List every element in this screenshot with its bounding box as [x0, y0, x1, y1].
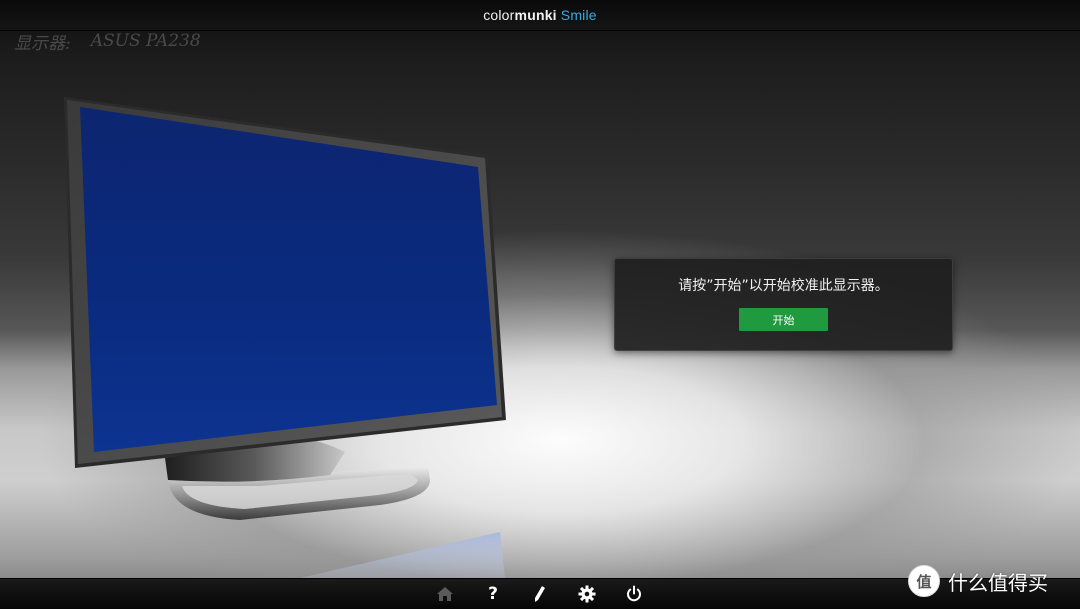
- app-logo: colormunki Smile: [483, 7, 597, 23]
- start-button[interactable]: 开始: [739, 308, 828, 331]
- display-label: 显示器:: [14, 33, 71, 54]
- home-icon[interactable]: [434, 583, 456, 605]
- screen-reflection: [300, 532, 505, 578]
- watermark-logo-icon: 值: [908, 565, 940, 597]
- calibration-prompt-dialog: 请按”开始”以开始校准此显示器。 开始: [614, 258, 953, 351]
- watermark: 值 什么值得买: [908, 564, 1048, 598]
- dialog-message: 请按”开始”以开始校准此显示器。: [678, 278, 889, 294]
- power-icon[interactable]: [623, 583, 645, 605]
- help-icon[interactable]: ?: [482, 583, 504, 605]
- display-info: 显示器: ASUS PA238: [14, 30, 201, 54]
- title-bar: colormunki Smile: [0, 0, 1080, 31]
- display-name: ASUS PA238: [90, 31, 201, 51]
- settings-icon[interactable]: [576, 583, 598, 605]
- watermark-text: 什么值得买: [948, 570, 1048, 595]
- edit-icon[interactable]: [529, 583, 551, 605]
